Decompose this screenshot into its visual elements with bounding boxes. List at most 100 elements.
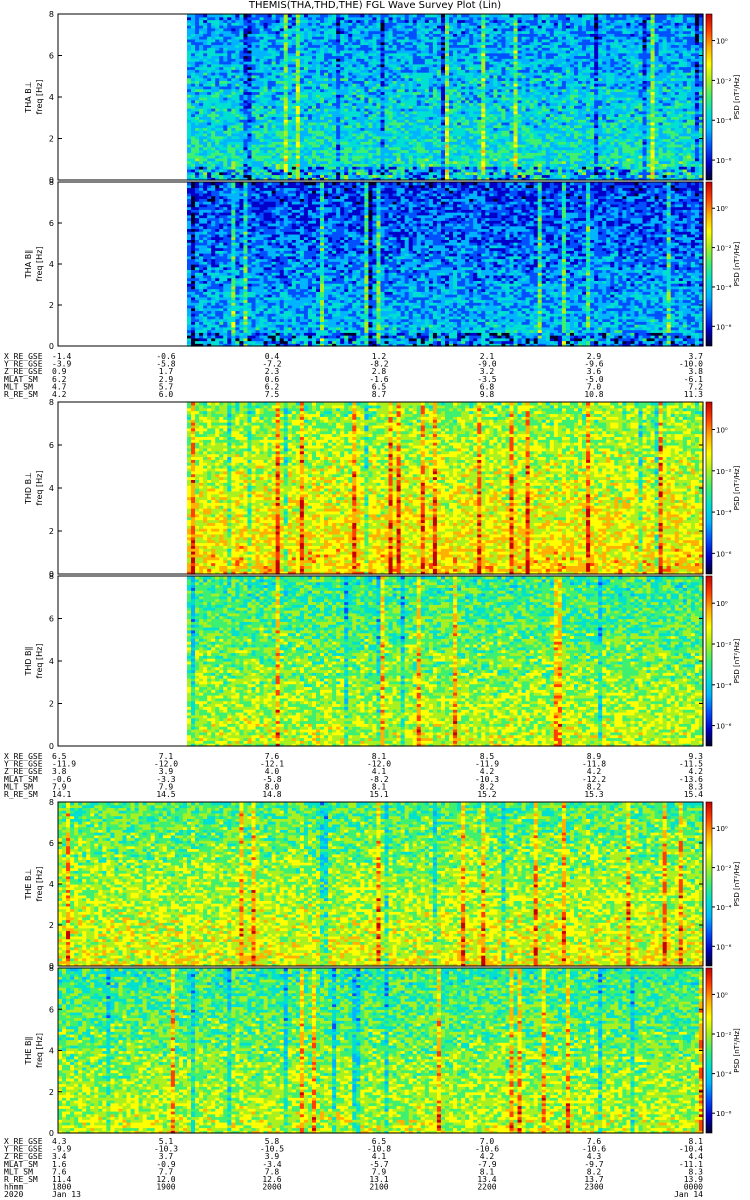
ephemeris-value: 2100 [369,1183,388,1192]
y-tick-label: 6 [49,441,54,450]
y-tick-label: 6 [49,52,54,61]
y-tick-label: 6 [49,219,54,228]
spectrogram-cells [187,576,704,747]
colorbar-label: PSD [nT²/Hz] [733,638,741,683]
y-tick-label: 4 [49,484,54,493]
ephemeris-value: 9.8 [480,390,495,399]
y-axis-label: THD B⊥ [24,472,33,505]
y-axis-label: freq [Hz] [35,1033,44,1068]
ephemeris-table-3: X_RE_GSE 4.3 5.1 5.8 6.5 7.0 7.6 8.1Y_RE_GSE -9.… [4,1137,703,1199]
y-axis-label: freq [Hz] [35,644,44,679]
colorbar: 10⁰ 10⁻² 10⁻⁴ 10⁻⁶ PSD [nT²/Hz] [706,576,741,746]
y-tick-label: 2 [49,527,54,536]
y-tick-label: 8 [49,398,54,407]
ephemeris-value: 2200 [477,1183,496,1192]
ephemeris-value: 14.1 [52,790,71,799]
y-tick-label: 4 [49,1047,54,1056]
y-axis-label: freq [Hz] [35,471,44,506]
ephemeris-value: 1900 [156,1183,175,1192]
ephemeris-value: 4.2 [52,390,67,399]
y-tick-label: 2 [49,1088,54,1097]
y-tick-label: 0 [49,742,54,751]
y-tick-label: 8 [49,798,54,807]
colorbar-tick-label: 10⁰ [716,205,728,213]
colorbar-tick-label: 10⁻⁶ [716,943,732,951]
ephemeris-row-label: R_RE_SM [4,790,38,799]
y-tick-label: 6 [49,615,54,624]
ephemeris-value: 10.8 [584,390,603,399]
ephemeris-value: 2300 [584,1183,603,1192]
y-axis-label: freq [Hz] [35,867,44,902]
ephemeris-row-label: R_RE_SM [4,390,38,399]
colorbar-tick-label: 10⁻⁴ [716,682,732,690]
colorbar-tick-label: 10⁻² [716,1031,732,1039]
spectrogram-panel-5: 02468THE B⊥ freq [Hz]10⁰10⁻²10⁻⁴10⁻⁶PSD [… [24,798,741,971]
colorbar-tick-label: 10⁻⁴ [716,509,732,517]
spectrogram-panel-6: 02468THE B∥ freq [Hz]10⁰10⁻²10⁻⁴10⁻⁶PSD [… [24,964,741,1138]
colorbar-label: PSD [nT²/Hz] [733,74,741,119]
spectrogram-cells [58,968,704,1134]
spectrogram-cells [187,14,704,181]
y-tick-label: 8 [49,178,54,187]
colorbar: 10⁰ 10⁻² 10⁻⁴ 10⁻⁶ PSD [nT²/Hz] [706,802,741,966]
y-axis-label: THD B∥ [24,646,33,676]
y-axis-label: freq [Hz] [35,247,44,282]
y-tick-label: 0 [49,342,54,351]
y-tick-label: 2 [49,921,54,930]
ephemeris-value: 7.5 [265,390,280,399]
ephemeris-value: 15.4 [684,790,703,799]
colorbar-tick-label: 10⁰ [716,427,728,435]
ephemeris-value: Jan 14 [674,1190,703,1199]
colorbar-tick-label: 10⁻⁶ [716,157,732,165]
colorbar-tick-label: 10⁻⁴ [716,1071,732,1079]
colorbar-label: PSD [nT²/Hz] [733,465,741,510]
colorbar: 10⁰10⁻²10⁻⁴10⁻⁶PSD [nT²/Hz] [706,968,741,1133]
y-tick-label: 8 [49,10,54,19]
colorbar: 10⁰10⁻²10⁻⁴10⁻⁶PSD [nT²/Hz] [706,182,741,346]
ephemeris-value: 14.8 [262,790,281,799]
spectrogram-panel-2: 0 2 4 6 8 THA B∥ freq [Hz] 10⁰10⁻²10⁻⁴10⁻⁶PSD [… [24,178,741,351]
colorbar-tick-label: 10⁰ [716,991,728,999]
ephemeris-value: 2000 [262,1183,281,1192]
colorbar-tick-label: 10⁻² [716,468,732,476]
colorbar-tick-label: 10⁻² [716,77,732,85]
y-tick-label: 2 [49,700,54,709]
spectrogram-panel-1: 02468THA B⊥ freq [Hz]10⁰10⁻²10⁻⁴10⁻⁶PSD [… [24,10,741,185]
ephemeris-value: 11.3 [684,390,703,399]
colorbar-tick-label: 10⁰ [716,600,728,608]
y-tick-label: 4 [49,657,54,666]
y-axis-label: THA B∥ [24,250,33,279]
ephemeris-value: 6.0 [159,390,174,399]
ephemeris-table-1: X_RE_GSE -1.4 -0.6 0.4 1.2 2.1 2.9 3.7Y_RE_GSE -… [4,352,703,399]
y-tick-label: 8 [49,964,54,973]
colorbar-tick-label: 10⁻² [716,641,732,649]
colorbar-label: PSD [nT²/Hz] [733,241,741,286]
colorbar-tick-label: 10⁰ [716,825,728,833]
wave-survey-plot: 02468THA B⊥ freq [Hz]10⁰10⁻²10⁻⁴10⁻⁶PSD [… [0,0,750,1200]
ephemeris-value: 15.2 [477,790,496,799]
spectrogram-panel-3: 02468THD B⊥ freq [Hz]10⁰10⁻²10⁻⁴10⁻⁶PSD [… [24,398,741,579]
spectrogram-cells [187,182,704,347]
y-axis-label: THE B∥ [24,1037,33,1066]
y-axis-label: THA B⊥ [24,81,33,113]
y-tick-label: 4 [49,260,54,269]
ephemeris-table-2: X_RE_GSE 6.5 7.1 7.6 8.1 8.5 8.9 9.3Y_RE_GSE -11… [4,752,703,799]
y-axis-label: freq [Hz] [35,80,44,115]
colorbar-tick-label: 10⁻⁴ [716,904,732,912]
colorbar: 10⁰10⁻²10⁻⁴10⁻⁶PSD [nT²/Hz] [706,402,741,574]
colorbar-tick-label: 10⁻⁴ [716,117,732,125]
y-tick-label: 6 [49,1005,54,1014]
colorbar-tick-label: 10⁻⁶ [716,723,732,731]
y-tick-label: 8 [49,572,54,581]
spectrogram-cells [58,802,704,967]
ephemeris-value: 14.5 [156,790,175,799]
colorbar-tick-label: 10⁻² [716,865,732,873]
colorbar-label: PSD [nT²/Hz] [733,861,741,906]
ephemeris-value: 15.3 [584,790,603,799]
colorbar-tick-label: 10⁻⁴ [716,284,732,292]
colorbar: 10⁰10⁻²10⁻⁴10⁻⁶PSD [nT²/Hz] [706,14,741,180]
y-tick-label: 2 [49,301,54,310]
spectrogram-cells [187,402,704,575]
y-tick-label: 6 [49,839,54,848]
ephemeris-value: 8.7 [372,390,387,399]
